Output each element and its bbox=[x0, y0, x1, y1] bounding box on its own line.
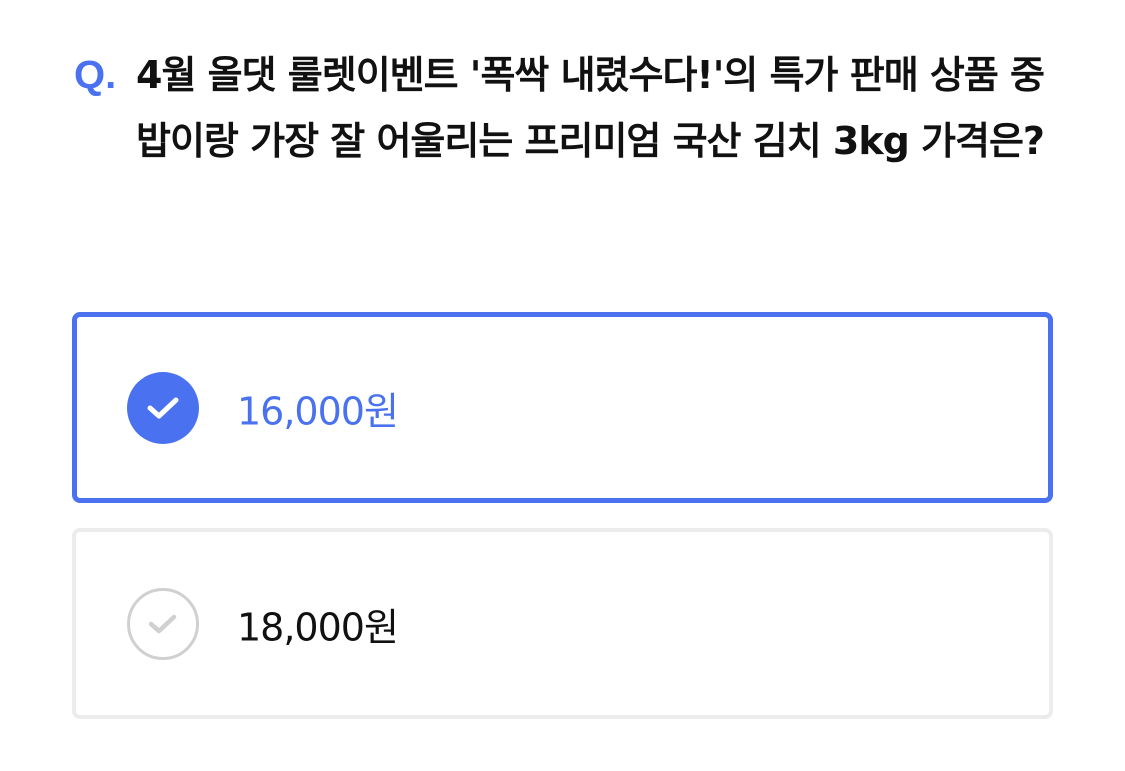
answer-option-1[interactable]: 16,000원 bbox=[72, 312, 1053, 503]
question: Q. 4월 올댓 룰렛이벤트 '폭싹 내렸수다!'의 특가 판매 상품 중 밥이… bbox=[74, 42, 1064, 174]
check-circle-filled-icon bbox=[127, 371, 199, 444]
answer-option-label: 16,000원 bbox=[237, 389, 399, 433]
check-circle-outline-icon bbox=[127, 587, 199, 660]
question-text: 4월 올댓 룰렛이벤트 '폭싹 내렸수다!'의 특가 판매 상품 중 밥이랑 가… bbox=[136, 53, 1045, 163]
checkmark-icon bbox=[147, 397, 179, 418]
answer-option-2[interactable]: 18,000원 bbox=[72, 528, 1053, 719]
question-prefix: Q. bbox=[74, 53, 117, 97]
answer-option-label: 18,000원 bbox=[237, 605, 399, 649]
checkmark-icon bbox=[148, 614, 177, 633]
